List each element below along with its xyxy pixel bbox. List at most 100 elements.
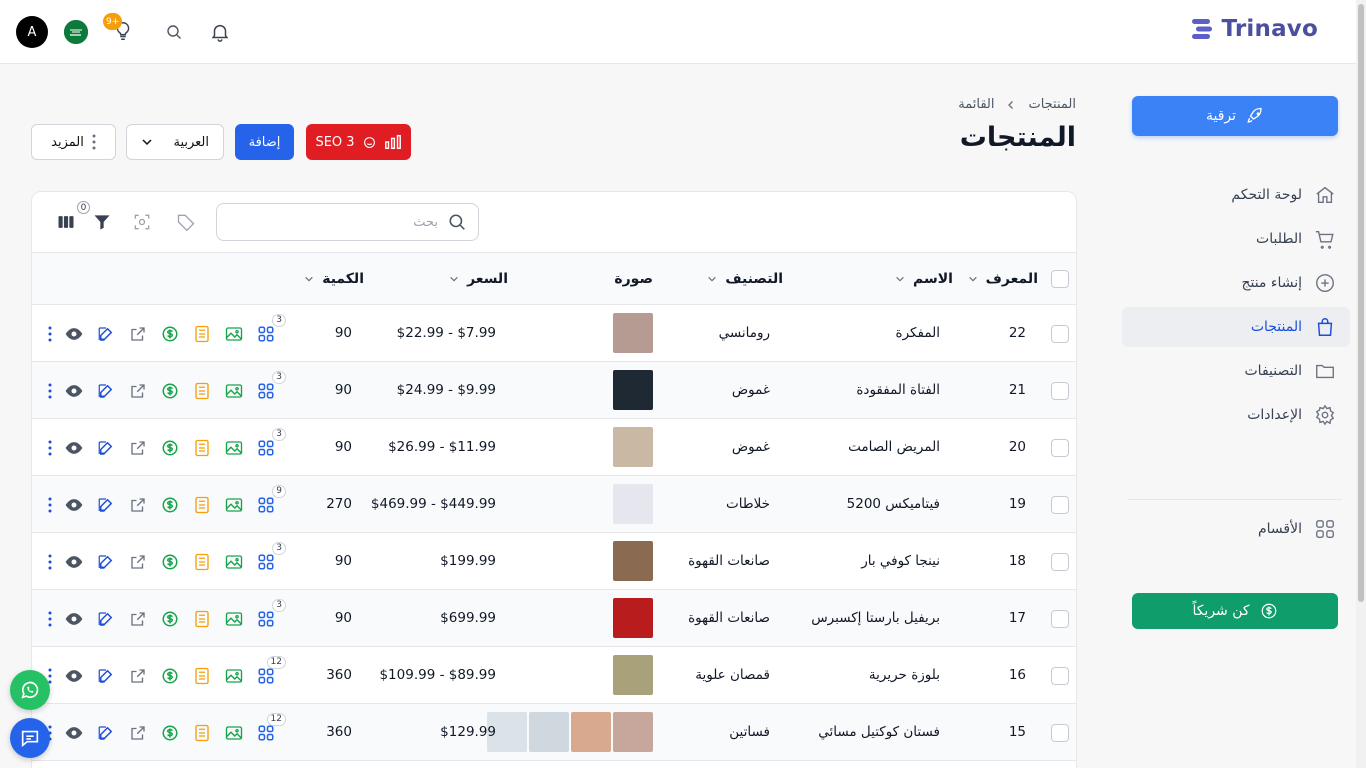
external-link-icon[interactable] (122, 664, 154, 688)
product-thumbnail[interactable] (613, 370, 653, 410)
bell-icon[interactable] (209, 21, 231, 43)
image-icon[interactable] (218, 493, 250, 517)
search-icon[interactable] (166, 24, 182, 40)
language-flag-icon[interactable] (64, 20, 88, 44)
product-thumbnail[interactable] (613, 541, 653, 581)
edit-icon[interactable] (90, 379, 122, 403)
table-row[interactable]: 20 المريض الصامت غموض $26.99 - $11.99 90 3 (32, 419, 1076, 476)
table-row[interactable]: 17 بريفيل بارستا إكسبرس صانعات القهوة $699.… (32, 590, 1076, 647)
external-link-icon[interactable] (122, 550, 154, 574)
dollar-circle-icon[interactable] (154, 550, 186, 574)
variants-grid-icon[interactable]: 3 (250, 314, 286, 346)
row-checkbox[interactable] (1051, 724, 1069, 742)
kebab-menu-icon[interactable] (42, 436, 58, 460)
table-row[interactable]: 15 فستان كوكتيل مسائي فساتين $129.99 360 12 (32, 704, 1076, 761)
brand-logo[interactable]: Trinavo (1190, 16, 1318, 42)
sidebar-item-orders[interactable]: الطلبات (1122, 219, 1350, 259)
image-icon[interactable] (218, 322, 250, 346)
kebab-menu-icon[interactable] (42, 322, 58, 346)
seo-button[interactable]: SEO 3 (306, 124, 411, 160)
view-icon[interactable] (58, 664, 90, 688)
sidebar-item-products[interactable]: المنتجات (1122, 307, 1350, 347)
view-icon[interactable] (58, 436, 90, 460)
row-checkbox[interactable] (1051, 667, 1069, 685)
calculator-icon[interactable] (186, 436, 218, 460)
header-category[interactable]: التصنيف (707, 271, 783, 287)
kebab-menu-icon[interactable] (42, 493, 58, 517)
product-thumbnail[interactable] (613, 427, 653, 467)
page-scrollbar[interactable] (1356, 0, 1366, 768)
external-link-icon[interactable] (122, 493, 154, 517)
filter-icon[interactable] (91, 211, 113, 233)
calculator-icon[interactable] (186, 721, 218, 745)
kebab-menu-icon[interactable] (42, 607, 58, 631)
search-input[interactable]: بحث (216, 203, 479, 241)
row-checkbox[interactable] (1051, 496, 1069, 514)
kebab-menu-icon[interactable] (42, 550, 58, 574)
header-price[interactable]: السعر (449, 271, 508, 287)
scan-icon[interactable] (131, 211, 153, 233)
view-icon[interactable] (58, 550, 90, 574)
view-icon[interactable] (58, 379, 90, 403)
tag-icon[interactable] (175, 211, 197, 233)
whatsapp-button[interactable] (10, 670, 50, 710)
table-row[interactable]: 18 نينجا كوفي بار صانعات القهوة $199.99 90 3 (32, 533, 1076, 590)
header-quantity[interactable]: الكمية (304, 271, 364, 287)
dollar-circle-icon[interactable] (154, 721, 186, 745)
calculator-icon[interactable] (186, 322, 218, 346)
row-checkbox[interactable] (1051, 325, 1069, 343)
dollar-circle-icon[interactable] (154, 607, 186, 631)
variants-grid-icon[interactable]: 12 (250, 713, 286, 745)
image-icon[interactable] (218, 607, 250, 631)
view-icon[interactable] (58, 493, 90, 517)
table-row[interactable]: 21 الفتاة المفقودة غموض $24.99 - $9.99 90 3 (32, 362, 1076, 419)
variants-grid-icon[interactable]: 9 (250, 485, 286, 517)
dollar-circle-icon[interactable] (154, 379, 186, 403)
calculator-icon[interactable] (186, 607, 218, 631)
sidebar-item-create-product[interactable]: إنشاء منتج (1122, 263, 1350, 303)
variants-grid-icon[interactable]: 3 (250, 542, 286, 574)
table-row[interactable]: 22 المفكرة رومانسي $22.99 - $7.99 90 3 (32, 305, 1076, 362)
calculator-icon[interactable] (186, 493, 218, 517)
scrollbar-thumb[interactable] (1358, 4, 1364, 602)
sidebar-item-categories[interactable]: التصنيفات (1122, 351, 1350, 391)
product-thumbnail[interactable] (613, 598, 653, 638)
edit-icon[interactable] (90, 607, 122, 631)
table-row[interactable]: 19 فيتاميكس 5200 خلاطات $469.99 - $449.99 27… (32, 476, 1076, 533)
product-thumbnail[interactable] (613, 484, 653, 524)
dollar-circle-icon[interactable] (154, 436, 186, 460)
sidebar-item-sections[interactable]: الأقسام (1122, 509, 1350, 549)
header-name[interactable]: الاسم (895, 271, 953, 287)
avatar[interactable]: A (16, 16, 48, 48)
sidebar-item-settings[interactable]: الإعدادات (1122, 395, 1350, 435)
edit-icon[interactable] (90, 550, 122, 574)
dollar-circle-icon[interactable] (154, 493, 186, 517)
columns-icon[interactable] (55, 211, 77, 233)
kebab-menu-icon[interactable] (42, 379, 58, 403)
become-partner-button[interactable]: كن شريكاً (1132, 593, 1338, 629)
calculator-icon[interactable] (186, 550, 218, 574)
image-icon[interactable] (218, 721, 250, 745)
image-icon[interactable] (218, 664, 250, 688)
product-thumbnail[interactable] (613, 712, 653, 752)
view-icon[interactable] (58, 322, 90, 346)
external-link-icon[interactable] (122, 607, 154, 631)
header-id[interactable]: المعرف (968, 271, 1038, 287)
chat-button[interactable] (10, 718, 50, 758)
edit-icon[interactable] (90, 721, 122, 745)
row-checkbox[interactable] (1051, 610, 1069, 628)
variants-grid-icon[interactable]: 3 (250, 599, 286, 631)
product-thumbnail[interactable] (529, 712, 569, 752)
product-thumbnail[interactable] (613, 655, 653, 695)
image-icon[interactable] (218, 436, 250, 460)
dollar-circle-icon[interactable] (154, 664, 186, 688)
product-thumbnail[interactable] (613, 313, 653, 353)
language-select[interactable]: العربية (126, 124, 224, 160)
row-checkbox[interactable] (1051, 382, 1069, 400)
sidebar-item-dashboard[interactable]: لوحة التحكم (1122, 175, 1350, 215)
edit-icon[interactable] (90, 436, 122, 460)
image-icon[interactable] (218, 379, 250, 403)
dollar-circle-icon[interactable] (154, 322, 186, 346)
external-link-icon[interactable] (122, 721, 154, 745)
external-link-icon[interactable] (122, 436, 154, 460)
